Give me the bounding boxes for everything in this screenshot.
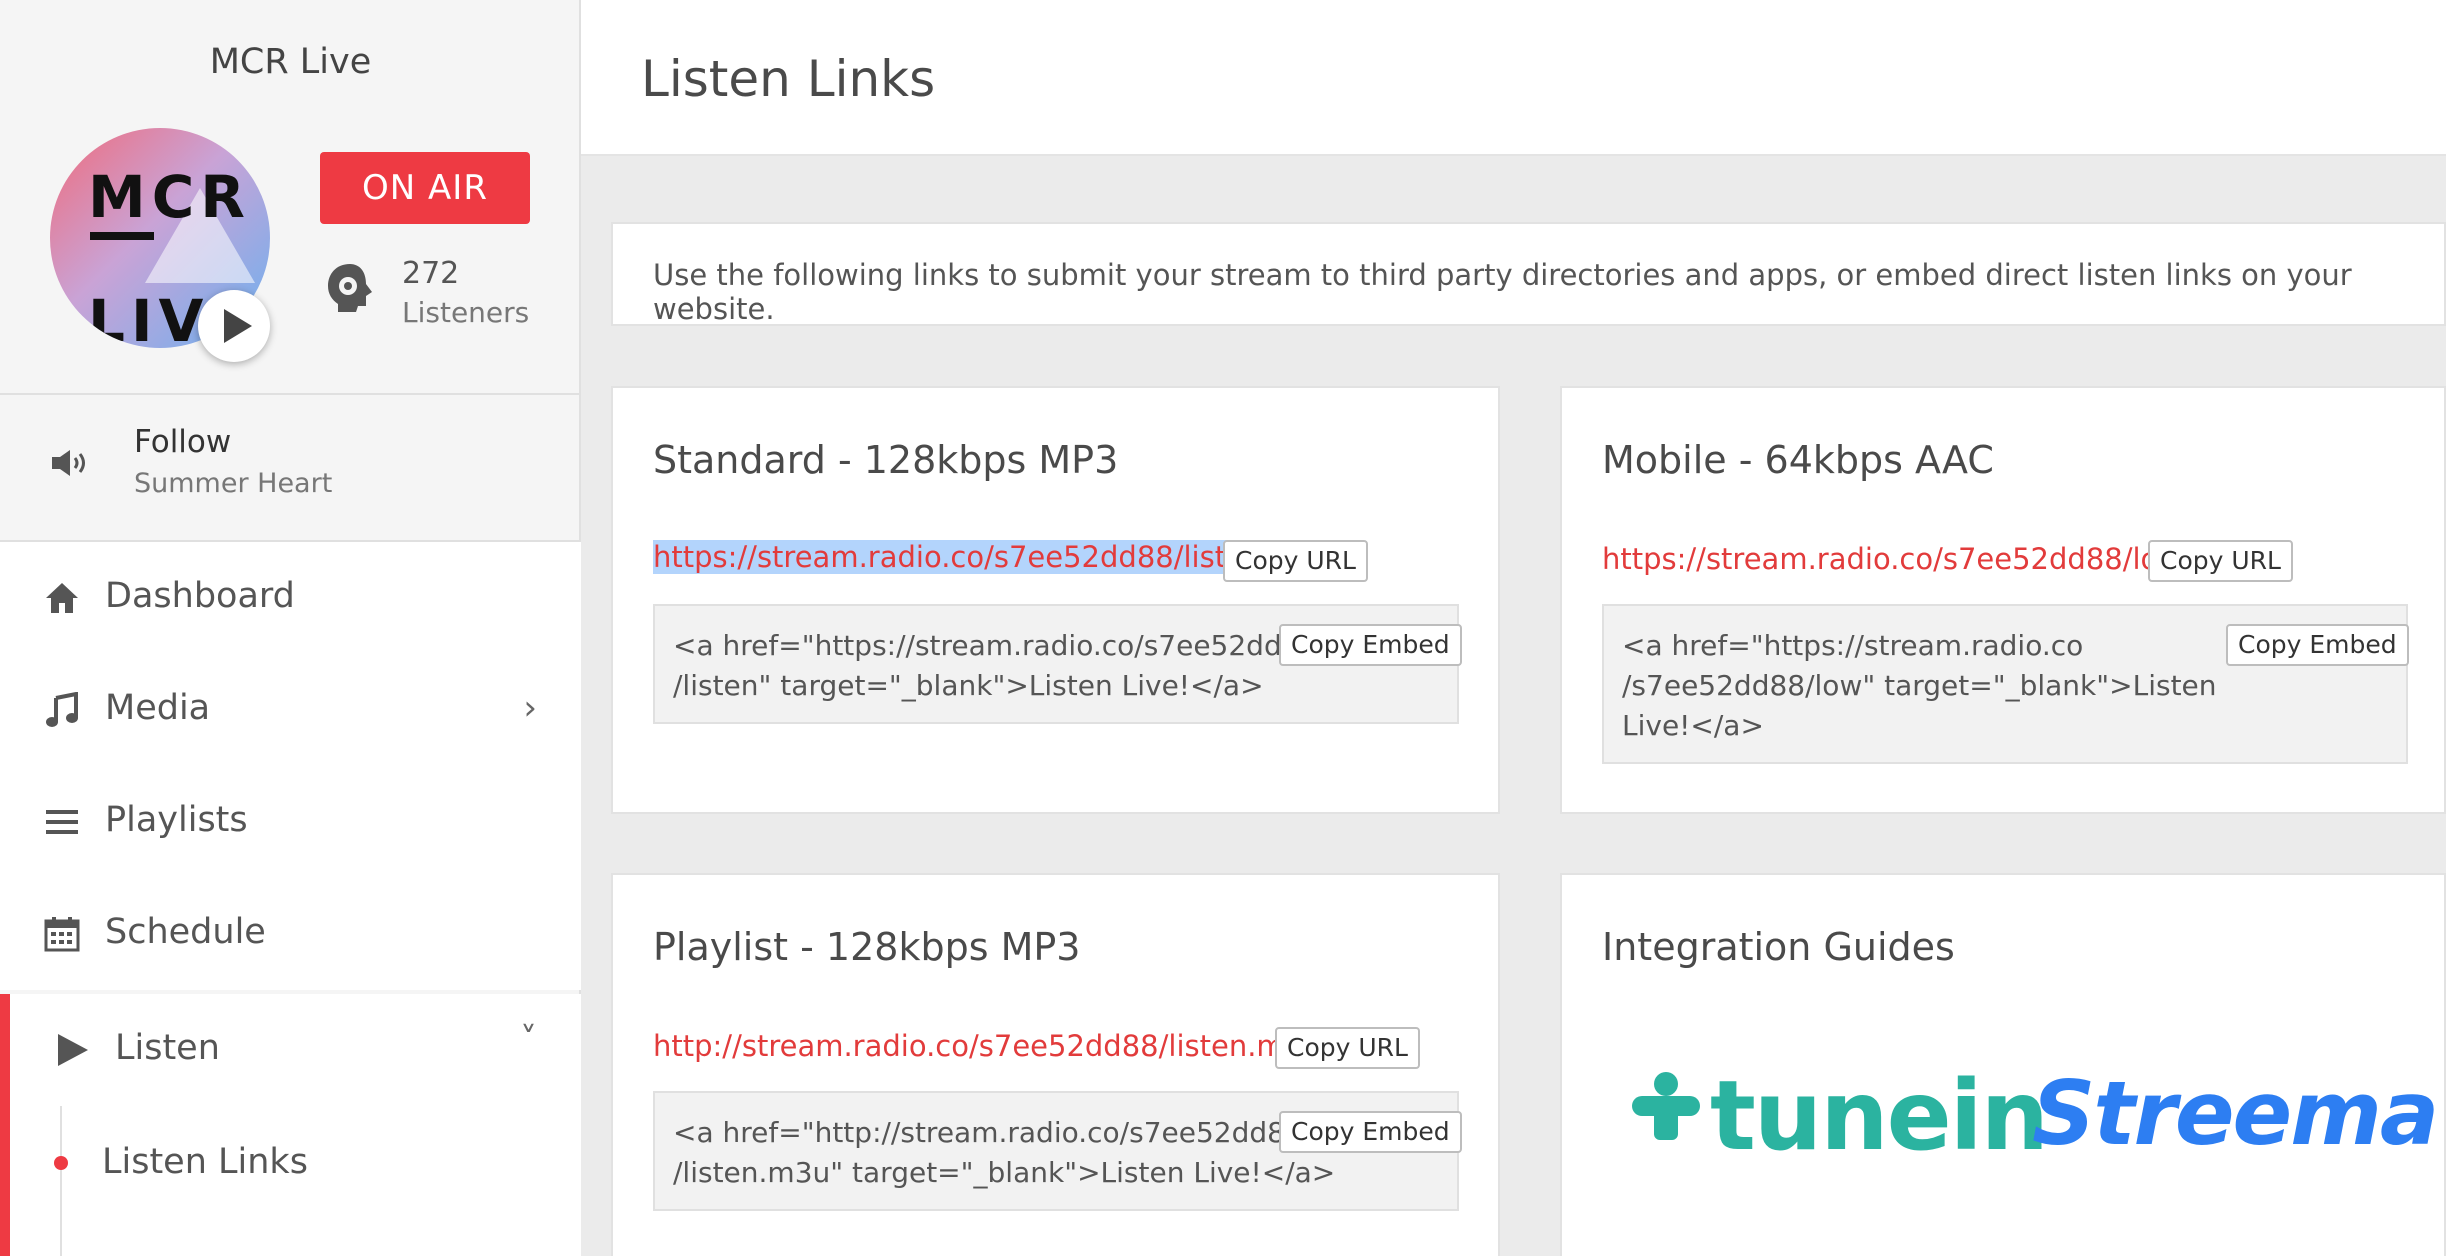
embed-code-box[interactable]: <a href="http://stream.radio.co/s7ee52dd… — [653, 1091, 1462, 1211]
chevron-right-icon: › — [523, 688, 537, 728]
active-dot-icon — [54, 1156, 68, 1170]
card-title: Standard - 128kbps MP3 — [653, 438, 1119, 482]
card-playlist: Playlist - 128kbps MP3 http://stream.rad… — [611, 873, 1500, 1256]
nav-label-media: Media — [105, 688, 211, 728]
card-title: Mobile - 64kbps AAC — [1602, 438, 1994, 482]
embed-code-text: <a href="https://stream.radio.co /s7ee52… — [1622, 629, 2217, 742]
stream-url-link[interactable]: https://stream.radio.co/s7ee52dd88/liste… — [653, 540, 1263, 574]
embed-code-box[interactable]: <a href="https://stream.radio.co/s7ee52d… — [653, 604, 1462, 724]
nav-item-schedule[interactable]: Schedule — [0, 878, 581, 990]
copy-url-button[interactable]: Copy URL — [1223, 540, 1368, 582]
tunein-logo[interactable]: tunein — [1710, 1060, 2049, 1172]
embed-code-box[interactable]: <a href="https://stream.radio.co /s7ee52… — [1602, 604, 2409, 764]
headphones-icon — [328, 264, 372, 312]
follow-title[interactable]: Follow — [134, 424, 231, 460]
page-header: Listen Links — [581, 0, 2446, 156]
calendar-icon — [44, 917, 80, 952]
stream-url-link[interactable]: http://stream.radio.co/s7ee52dd88/listen… — [653, 1029, 1322, 1063]
copy-embed-button[interactable]: Copy Embed — [1279, 1111, 1462, 1153]
copy-embed-button[interactable]: Copy Embed — [1279, 624, 1462, 666]
card-title: Playlist - 128kbps MP3 — [653, 925, 1081, 969]
copy-embed-button[interactable]: Copy Embed — [2226, 624, 2409, 666]
intro-panel: Use the following links to submit your s… — [611, 222, 2446, 326]
card-mobile: Mobile - 64kbps AAC https://stream.radio… — [1560, 386, 2446, 814]
intro-text: Use the following links to submit your s… — [653, 258, 2352, 326]
nav-item-listen-links[interactable]: Listen Links — [102, 1142, 308, 1182]
card-standard: Standard - 128kbps MP3 https://stream.ra… — [611, 386, 1500, 814]
streema-logo[interactable]: Streema — [2032, 1062, 2439, 1165]
stream-url-link[interactable]: https://stream.radio.co/s7ee52dd88/low — [1602, 542, 2182, 576]
nav-item-playlists[interactable]: Playlists — [0, 766, 581, 878]
copy-url-button[interactable]: Copy URL — [2148, 540, 2293, 582]
play-button[interactable] — [198, 290, 270, 362]
chevron-down-icon: ˅ — [520, 1020, 537, 1060]
nav-item-dashboard[interactable]: Dashboard — [0, 542, 581, 654]
embed-code-text: <a href="https://stream.radio.co/s7ee52d… — [673, 629, 1318, 702]
page-title: Listen Links — [641, 50, 936, 108]
home-icon — [46, 583, 78, 613]
nav-item-media[interactable]: Media › — [0, 654, 581, 766]
nav-label-listen: Listen — [115, 1028, 220, 1068]
card-title: Integration Guides — [1602, 925, 1955, 969]
subnav-line — [60, 1106, 62, 1256]
on-air-badge[interactable]: ON AIR — [320, 152, 530, 224]
listeners-label: Listeners — [402, 296, 530, 329]
nav-item-listen[interactable]: Listen ˅ — [0, 994, 581, 1256]
nav-label-schedule: Schedule — [105, 912, 266, 952]
tunein-plus-icon — [1632, 1072, 1700, 1140]
speaker-icon — [52, 450, 85, 476]
music-note-icon — [46, 692, 78, 727]
copy-url-button[interactable]: Copy URL — [1275, 1027, 1420, 1069]
nav-label-dashboard: Dashboard — [105, 576, 295, 616]
embed-code-text: <a href="http://stream.radio.co/s7ee52dd… — [673, 1116, 1336, 1189]
divider — [0, 393, 581, 395]
follow-subtitle: Summer Heart — [134, 468, 333, 499]
nav-label-playlists: Playlists — [105, 800, 248, 840]
station-name: MCR Live — [209, 42, 372, 82]
play-icon — [58, 1034, 88, 1066]
listeners-count: 272 — [402, 256, 460, 291]
list-icon — [46, 810, 78, 834]
